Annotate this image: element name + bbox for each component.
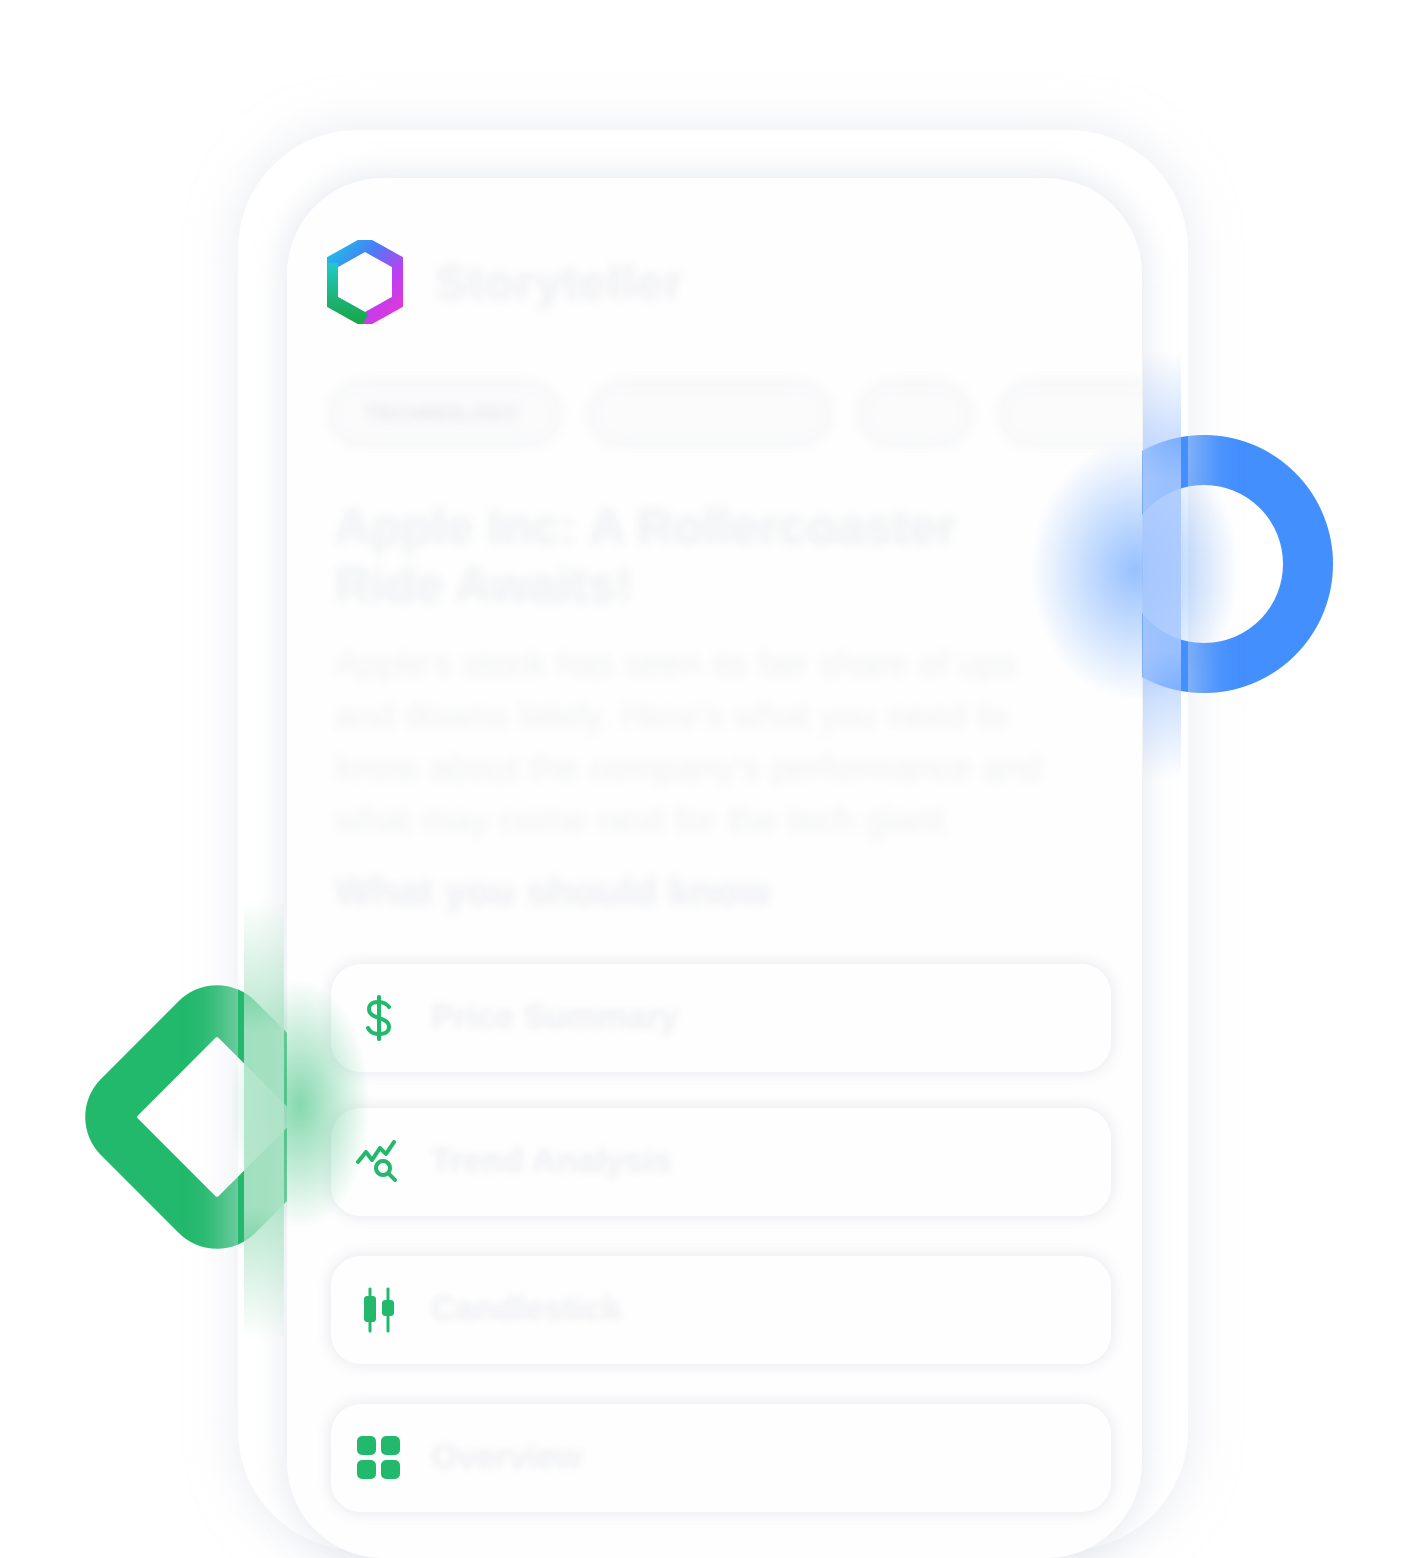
card-label: Candlestick	[431, 1290, 622, 1328]
category-tabs: TECHNOLOGY	[335, 388, 1142, 440]
article-headline: Apple Inc: A Rollercoaster Ride Awaits!	[335, 499, 957, 613]
storyteller-logo-icon	[327, 240, 403, 324]
blue-glass-bar	[1143, 350, 1181, 780]
brand-name: Storyteller	[435, 257, 684, 310]
candlestick-icon	[364, 1287, 394, 1333]
device-screen: Storyteller TECHNOLOGY Apple Inc: A Roll…	[287, 178, 1142, 1558]
dollar-icon	[366, 995, 392, 1041]
card-label: Overview	[431, 1438, 583, 1476]
green-glass-bar	[244, 900, 284, 1340]
card-overview[interactable]: Overview	[331, 1404, 1111, 1512]
tab-technology[interactable]: TECHNOLOGY	[335, 388, 555, 440]
tab-2[interactable]	[595, 388, 825, 440]
section-heading: What you should know	[335, 870, 771, 914]
tab-3[interactable]	[865, 388, 965, 440]
card-trend-analysis[interactable]: Trend Analysis	[331, 1108, 1111, 1216]
card-label: Trend Analysis	[431, 1142, 672, 1180]
card-candlestick[interactable]: Candlestick	[331, 1256, 1111, 1364]
grid-icon	[357, 1436, 400, 1479]
article-summary: Apple's stock has seen its fair share of…	[335, 643, 1043, 840]
card-price-summary[interactable]: Price Summary	[331, 964, 1111, 1072]
blue-glow-decoration	[1030, 440, 1240, 700]
tab-4[interactable]	[1005, 388, 1142, 440]
card-label: Price Summary	[431, 998, 679, 1036]
